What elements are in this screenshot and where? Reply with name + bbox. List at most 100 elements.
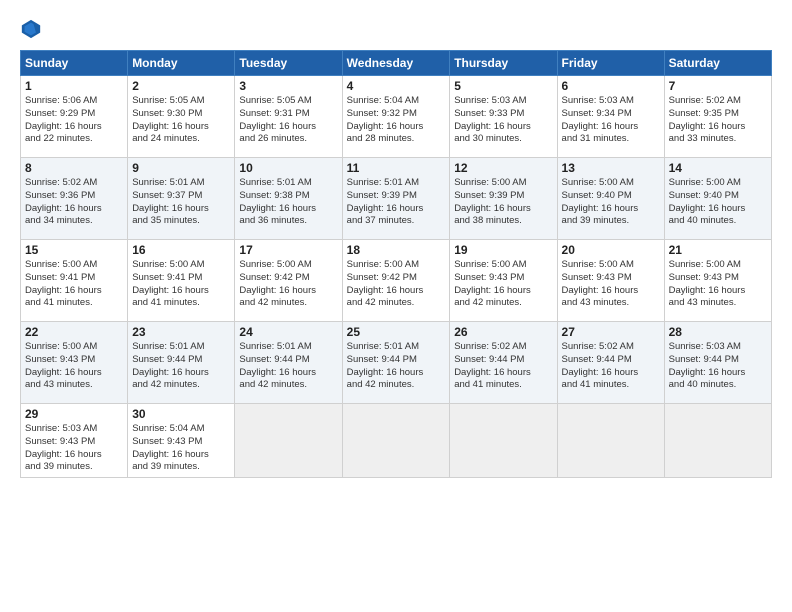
day-number: 27 (562, 325, 660, 339)
cell-text: Daylight: 16 hours (669, 121, 767, 134)
calendar-week-3: 15Sunrise: 5:00 AMSunset: 9:41 PMDayligh… (21, 240, 772, 322)
day-number: 29 (25, 407, 123, 421)
calendar-cell: 11 Sunrise: 5:01 AMSunset: 9:39 PMDayligh… (342, 158, 450, 240)
cell-text: and 24 minutes. (132, 133, 230, 146)
cell-text: and 42 minutes. (454, 297, 552, 310)
calendar-cell: 2 Sunrise: 5:05 AMSunset: 9:30 PMDaylight… (128, 76, 235, 158)
cell-text: Daylight: 16 hours (669, 285, 767, 298)
cell-text: and 31 minutes. (562, 133, 660, 146)
cell-text: and 42 minutes. (239, 297, 337, 310)
header (20, 18, 772, 40)
cell-text: Sunset: 9:39 PM (347, 190, 446, 203)
cell-text: and 42 minutes. (132, 379, 230, 392)
cell-text: Sunrise: 5:00 AM (25, 341, 123, 354)
cell-text: Sunset: 9:40 PM (562, 190, 660, 203)
cell-text: Sunset: 9:41 PM (132, 272, 230, 285)
calendar-cell: 14Sunrise: 5:00 AMSunset: 9:40 PMDayligh… (664, 158, 771, 240)
col-header-saturday: Saturday (664, 51, 771, 76)
cell-text: and 39 minutes. (132, 461, 230, 474)
cell-text: Sunrise: 5:00 AM (562, 177, 660, 190)
cell-text: Sunrise: 5:06 AM (25, 95, 123, 108)
day-number: 16 (132, 243, 230, 257)
calendar-table: SundayMondayTuesdayWednesdayThursdayFrid… (20, 50, 772, 478)
calendar-cell: 9Sunrise: 5:01 AMSunset: 9:37 PMDaylight… (128, 158, 235, 240)
calendar-cell: 27Sunrise: 5:02 AMSunset: 9:44 PMDayligh… (557, 322, 664, 404)
cell-text: and 34 minutes. (25, 215, 123, 228)
cell-text: Sunset: 9:30 PM (132, 108, 230, 121)
cell-text: Daylight: 16 hours (239, 203, 337, 216)
cell-text: Sunset: 9:44 PM (132, 354, 230, 367)
day-number: 9 (132, 161, 230, 175)
cell-text: Sunrise: 5:03 AM (562, 95, 660, 108)
day-number: 21 (669, 243, 767, 257)
calendar-cell: 18Sunrise: 5:00 AMSunset: 9:42 PMDayligh… (342, 240, 450, 322)
day-number: 7 (669, 79, 767, 93)
cell-text: Sunrise: 5:05 AM (132, 95, 230, 108)
cell-text: and 35 minutes. (132, 215, 230, 228)
cell-text: Daylight: 16 hours (347, 121, 446, 134)
calendar-cell: 28Sunrise: 5:03 AMSunset: 9:44 PMDayligh… (664, 322, 771, 404)
cell-text: Daylight: 16 hours (562, 285, 660, 298)
cell-text: and 39 minutes. (562, 215, 660, 228)
calendar-cell: 20Sunrise: 5:00 AMSunset: 9:43 PMDayligh… (557, 240, 664, 322)
cell-text: and 41 minutes. (132, 297, 230, 310)
cell-text: and 39 minutes. (25, 461, 123, 474)
cell-text: Daylight: 16 hours (25, 121, 123, 134)
cell-text: Sunset: 9:38 PM (239, 190, 337, 203)
cell-text: Sunrise: 5:00 AM (562, 259, 660, 272)
cell-text: Daylight: 16 hours (132, 449, 230, 462)
cell-text: Daylight: 16 hours (25, 449, 123, 462)
cell-text: and 41 minutes. (25, 297, 123, 310)
cell-text: Daylight: 16 hours (562, 367, 660, 380)
cell-text: Sunset: 9:42 PM (347, 272, 446, 285)
day-number: 8 (25, 161, 123, 175)
cell-text: Daylight: 16 hours (454, 121, 552, 134)
day-number: 10 (239, 161, 337, 175)
day-number: 12 (454, 161, 552, 175)
cell-text: Sunrise: 5:02 AM (25, 177, 123, 190)
calendar-cell: 30Sunrise: 5:04 AMSunset: 9:43 PMDayligh… (128, 404, 235, 478)
day-number: 28 (669, 325, 767, 339)
cell-text: Daylight: 16 hours (669, 367, 767, 380)
cell-text: Sunset: 9:36 PM (25, 190, 123, 203)
calendar-cell: 1Sunrise: 5:06 AMSunset: 9:29 PMDaylight… (21, 76, 128, 158)
day-number: 18 (347, 243, 446, 257)
cell-text: Sunset: 9:34 PM (562, 108, 660, 121)
day-number: 11 (347, 161, 446, 175)
cell-text: Sunrise: 5:00 AM (669, 177, 767, 190)
cell-text: Sunrise: 5:01 AM (347, 177, 446, 190)
day-number: 4 (347, 79, 446, 93)
cell-text: Daylight: 16 hours (132, 121, 230, 134)
cell-text: Sunset: 9:35 PM (669, 108, 767, 121)
day-number: 3 (239, 79, 337, 93)
cell-text: Sunset: 9:29 PM (25, 108, 123, 121)
cell-text: Sunrise: 5:01 AM (132, 341, 230, 354)
calendar-cell: 21 Sunrise: 5:00 AMSunset: 9:43 PMDayligh… (664, 240, 771, 322)
cell-text: Sunset: 9:43 PM (454, 272, 552, 285)
day-number: 2 (132, 79, 230, 93)
cell-text: Sunrise: 5:00 AM (669, 259, 767, 272)
calendar-cell: 17Sunrise: 5:00 AMSunset: 9:42 PMDayligh… (235, 240, 342, 322)
cell-text: Daylight: 16 hours (454, 285, 552, 298)
cell-text: Sunset: 9:41 PM (25, 272, 123, 285)
cell-text: and 33 minutes. (669, 133, 767, 146)
cell-text: Sunset: 9:42 PM (239, 272, 337, 285)
logo (20, 18, 46, 40)
cell-text: Sunset: 9:44 PM (562, 354, 660, 367)
cell-text: Sunrise: 5:03 AM (25, 423, 123, 436)
cell-text: Sunset: 9:43 PM (669, 272, 767, 285)
cell-text: Sunrise: 5:00 AM (132, 259, 230, 272)
cell-text: Sunrise: 5:01 AM (347, 341, 446, 354)
calendar-week-5: 29Sunrise: 5:03 AMSunset: 9:43 PMDayligh… (21, 404, 772, 478)
cell-text: Sunrise: 5:04 AM (132, 423, 230, 436)
day-number: 26 (454, 325, 552, 339)
cell-text: Daylight: 16 hours (347, 367, 446, 380)
cell-text: and 30 minutes. (454, 133, 552, 146)
cell-text: Daylight: 16 hours (454, 367, 552, 380)
cell-text: Daylight: 16 hours (347, 203, 446, 216)
cell-text: Sunrise: 5:05 AM (239, 95, 337, 108)
cell-text: Sunset: 9:44 PM (669, 354, 767, 367)
calendar-week-1: 1Sunrise: 5:06 AMSunset: 9:29 PMDaylight… (21, 76, 772, 158)
cell-text: Sunset: 9:40 PM (669, 190, 767, 203)
cell-text: and 37 minutes. (347, 215, 446, 228)
